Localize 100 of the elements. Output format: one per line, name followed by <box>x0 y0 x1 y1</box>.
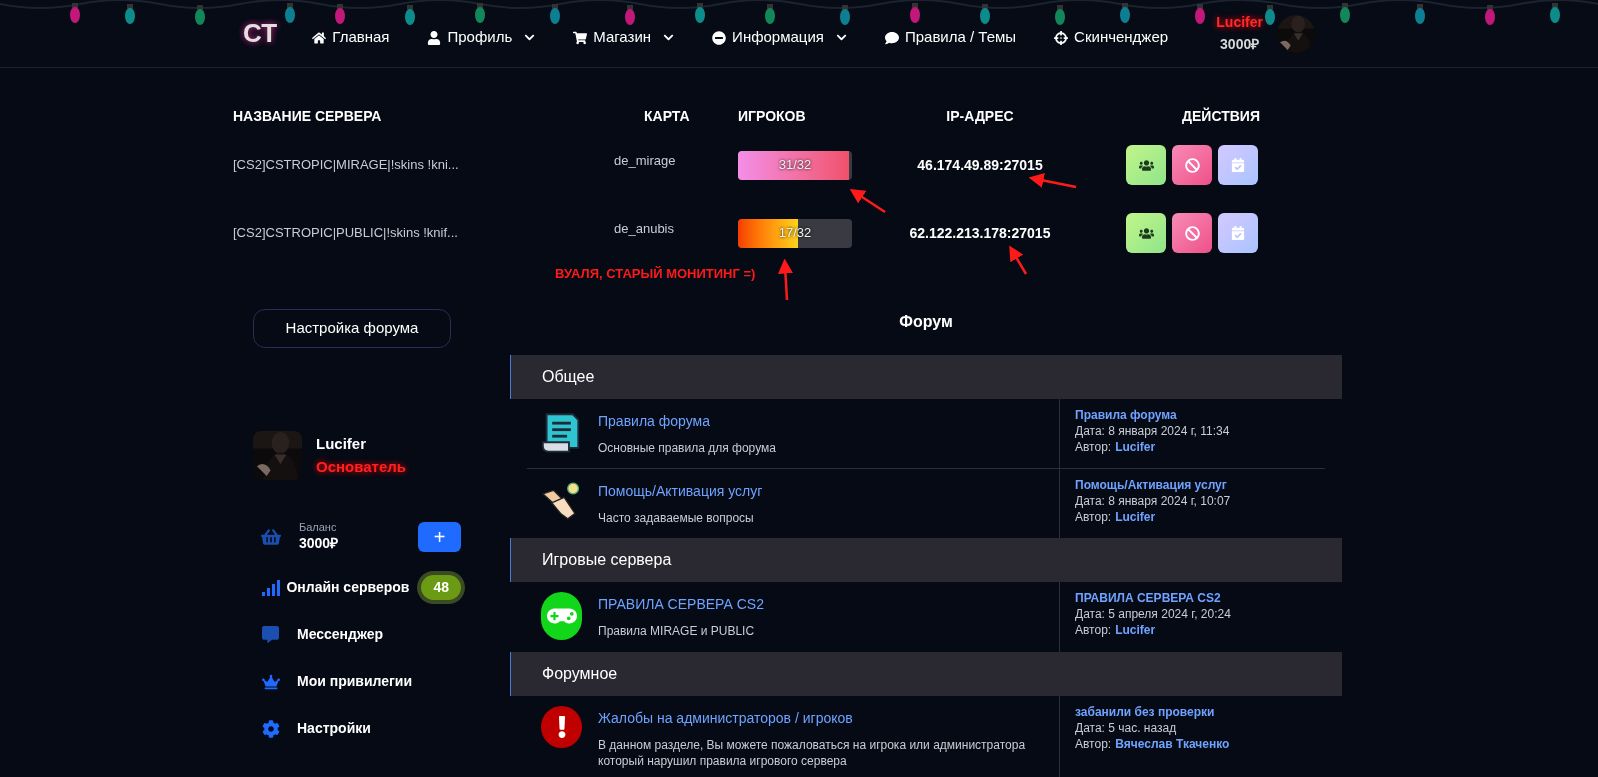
users-icon <box>1138 157 1154 173</box>
last-post-link[interactable]: ПРАВИЛА СЕРВЕРА CS2 <box>1075 590 1231 606</box>
warning-icon <box>541 706 582 748</box>
server-ip[interactable]: 62.122.213.178:27015 <box>908 222 1052 244</box>
server-ip[interactable]: 46.174.49.89:27015 <box>908 154 1052 176</box>
light-bulb <box>910 3 920 23</box>
light-bulb <box>1265 5 1275 25</box>
nav-link[interactable]: Правила / Темы <box>884 26 1017 49</box>
ban-button[interactable] <box>1172 213 1212 253</box>
column-header: IP-АДРЕС <box>945 107 1015 126</box>
calendar-icon <box>1231 158 1245 172</box>
light-bulb <box>1485 5 1495 25</box>
author-label: Автор: <box>1075 736 1112 752</box>
sidebar-item[interactable]: Настройки <box>253 705 461 753</box>
forum-settings-button[interactable]: Настройка форума <box>253 309 451 348</box>
light-bulb <box>125 4 135 24</box>
author-link[interactable]: Lucifer <box>1115 622 1156 638</box>
map-name: de_mirage <box>614 152 677 171</box>
light-bulb <box>475 3 485 23</box>
add-funds-button[interactable]: + <box>418 521 461 552</box>
forum-link[interactable]: Жалобы на администраторов / игроков <box>598 708 1049 729</box>
light-bulb <box>980 4 990 24</box>
forum-link[interactable]: Помощь/Активация услуг <box>598 481 763 502</box>
balance-value: 3000₽ <box>299 534 339 553</box>
profile-role: Основатель <box>316 456 407 477</box>
author-label: Автор: <box>1075 509 1112 525</box>
forum-description: В данном разделе, Вы можете пожаловаться на игрока или администратора который нарушил правила игрового сервера <box>598 737 1027 769</box>
nav-link[interactable]: Магазин <box>573 26 675 49</box>
column-header: ДЕЙСТВИЯ <box>1181 106 1261 126</box>
user-balance: 3000₽ <box>1220 35 1260 53</box>
server-name[interactable]: [CS2]CSTROPIC|MIRAGE|!skins !kni... <box>233 135 614 195</box>
crosshair-icon <box>1054 30 1069 45</box>
light-bulb <box>765 4 775 24</box>
forum-description: Часто задаваемые вопросы <box>598 510 755 526</box>
server-name[interactable]: [CS2]CSTROPIC|PUBLIC|!skins !knif... <box>233 203 614 263</box>
map-name: de_anubis <box>614 220 675 239</box>
sidebar-item[interactable]: Онлайн серверов 48 <box>253 564 461 612</box>
author-link[interactable]: Вячеслав Ткаченко <box>1115 736 1230 752</box>
annotation-text: ВУАЛЯ, СТАРЫЙ МОНИТИНГ =) <box>555 265 756 283</box>
players-button[interactable] <box>1126 145 1166 185</box>
crown-icon <box>262 672 280 691</box>
nav-link[interactable]: Информация <box>712 26 847 49</box>
annotation-arrow <box>777 258 793 301</box>
last-post-link[interactable]: Правила форума <box>1075 407 1230 423</box>
players-button[interactable] <box>1126 213 1166 253</box>
chat-icon <box>884 30 899 45</box>
light-bulb <box>840 5 850 25</box>
light-bulb <box>195 5 205 25</box>
light-bulb <box>405 5 415 25</box>
column-header: ИГРОКОВ <box>738 107 807 126</box>
light-bulb <box>335 4 345 24</box>
light-bulb <box>1195 4 1205 24</box>
section-header[interactable]: Игровые сервера <box>510 538 1342 582</box>
light-bulb <box>70 3 80 23</box>
calendar-button[interactable] <box>1218 213 1258 253</box>
balance-label: Баланс <box>299 521 338 535</box>
nav-link[interactable]: Профиль <box>427 26 536 49</box>
section-header[interactable]: Общее <box>510 355 1342 399</box>
annotation-arrow <box>849 188 886 214</box>
player-count: 31/32 <box>777 156 813 175</box>
users-icon <box>1138 225 1154 241</box>
light-bulb <box>625 5 635 25</box>
forum-title: Форум <box>898 312 954 332</box>
sidebar-item[interactable]: Мои привилегии <box>253 658 461 706</box>
ban-button[interactable] <box>1172 145 1212 185</box>
author-link[interactable]: Lucifer <box>1115 509 1156 525</box>
calendar-button[interactable] <box>1218 145 1258 185</box>
light-bulb <box>1415 4 1425 24</box>
light-bulb <box>1120 3 1130 23</box>
author-link[interactable]: Lucifer <box>1115 439 1156 455</box>
last-post-date: Дата: 8 января 2024 г, 11:34 <box>1075 423 1230 439</box>
message-icon <box>262 626 279 644</box>
user-icon <box>427 30 442 45</box>
last-post-link[interactable]: Помощь/Активация услуг <box>1075 477 1231 493</box>
profile-name[interactable]: Lucifer <box>316 433 407 456</box>
ban-icon <box>1184 157 1200 173</box>
last-post-link[interactable]: забанили без проверки <box>1075 704 1230 720</box>
light-bulb <box>550 4 560 24</box>
site-logo[interactable]: CT <box>243 14 277 53</box>
author-label: Автор: <box>1075 622 1112 638</box>
forum-link[interactable]: ПРАВИЛА СЕРВЕРА CS2 <box>598 594 764 615</box>
nav-link[interactable]: Скинченджер <box>1054 26 1169 49</box>
signal-icon <box>262 579 282 596</box>
forum-link[interactable]: Правила форума <box>598 411 776 432</box>
sidebar-item[interactable]: Мессенджер <box>253 611 461 659</box>
user-name[interactable]: Lucifer <box>1216 14 1263 32</box>
nav-link[interactable]: Главная <box>312 26 390 49</box>
light-bulb <box>1340 3 1350 23</box>
basket-icon <box>261 526 281 547</box>
calendar-icon <box>1231 226 1245 240</box>
light-bulb <box>695 3 705 23</box>
section-header[interactable]: Форумное <box>510 652 1342 696</box>
gamepad-icon <box>541 592 582 640</box>
light-bulb <box>285 3 295 23</box>
ban-icon <box>1184 225 1200 241</box>
last-post-date: Дата: 8 января 2024 г, 10:07 <box>1075 493 1231 509</box>
annotation-arrow <box>1028 173 1077 189</box>
last-post-date: Дата: 5 час. назад <box>1075 720 1178 736</box>
home-icon <box>312 30 327 45</box>
annotation-arrow <box>1009 245 1028 275</box>
